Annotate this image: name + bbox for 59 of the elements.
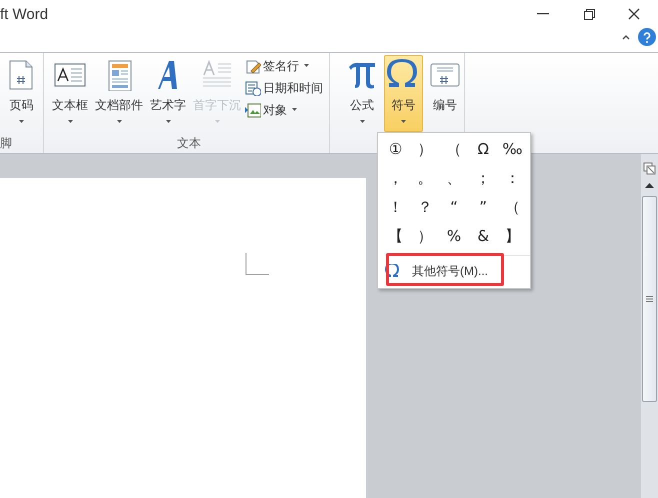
symbol-item[interactable]: （ (498, 193, 527, 222)
dropdown-caret-icon (166, 120, 170, 123)
ribbon-button[interactable]: 符号 (384, 55, 423, 132)
ruler-toggle-icon (643, 162, 656, 175)
ribbon-button[interactable]: 公式 (343, 55, 382, 132)
symbol-item[interactable]: 、 (439, 164, 469, 193)
group-label: 脚 (0, 135, 12, 152)
group-label: 文本 (177, 135, 201, 152)
ribbon-button[interactable]: 艺术字 (145, 55, 191, 132)
dropdown-caret-icon (214, 120, 220, 123)
dropdown-caret-icon (68, 120, 72, 123)
dropdown-caret-icon (400, 120, 406, 123)
scroll-thumb[interactable] (642, 196, 657, 402)
vertical-scrollbar[interactable] (641, 154, 658, 498)
ribbon-button[interactable]: 页码 (0, 55, 43, 132)
up-arrow-icon (645, 182, 654, 188)
symbol-item[interactable]: & (468, 222, 498, 251)
dropdown-caret-icon (19, 120, 24, 123)
grip-icon (646, 296, 653, 302)
ribbon-button[interactable]: 文档部件 (96, 55, 142, 132)
omega-icon (385, 264, 399, 278)
picture-icon (245, 102, 261, 118)
minimize-icon (537, 13, 549, 15)
symbol-item[interactable]: ； (468, 164, 498, 193)
symbol-item[interactable]: ？ (410, 193, 440, 222)
dropdown-caret-icon (304, 64, 309, 67)
symbol-item[interactable]: ” (468, 193, 498, 222)
help-button[interactable] (638, 28, 656, 46)
ribbon-small-button[interactable]: 对象 (245, 99, 323, 120)
symbol-item[interactable]: “ (439, 193, 469, 222)
symbol-item[interactable]: （ (439, 135, 469, 164)
symbol-item[interactable]: 】 (498, 222, 527, 251)
chevron-up-icon (622, 34, 630, 40)
ribbon-button[interactable]: 编号 (426, 55, 464, 132)
calendar-clock-icon (245, 80, 261, 96)
symbol-item[interactable]: ， (381, 164, 410, 193)
signature-pen-icon (245, 58, 261, 74)
ribbon-small-button[interactable]: 签名行 (245, 55, 323, 76)
dropdown-caret-icon (292, 108, 297, 111)
close-icon (628, 8, 640, 20)
window-title: ft Word (0, 5, 48, 25)
symbol-item[interactable]: 【 (381, 222, 410, 251)
ribbon-button[interactable]: 文本框 (47, 55, 93, 132)
symbol-item[interactable]: ① (381, 135, 410, 164)
symbol-item[interactable]: Ω (468, 135, 498, 164)
symbol-item[interactable]: ： (498, 164, 527, 193)
more-symbols-item[interactable]: 其他符号(M)... (378, 256, 530, 286)
help-icon (643, 32, 651, 42)
symbol-item[interactable]: ） (410, 222, 440, 251)
dropdown-caret-icon (360, 120, 365, 123)
symbol-item[interactable]: ！ (381, 193, 410, 222)
dropdown-caret-icon (116, 120, 122, 123)
symbol-item[interactable]: % (439, 222, 469, 251)
restore-icon (584, 8, 594, 20)
symbol-item[interactable]: ‰ (498, 135, 527, 164)
ribbon-small-button[interactable]: 日期和时间 (245, 77, 323, 98)
symbol-item[interactable]: ） (410, 135, 440, 164)
symbol-item[interactable]: 。 (410, 164, 440, 193)
margin-corner-icon (245, 253, 269, 275)
